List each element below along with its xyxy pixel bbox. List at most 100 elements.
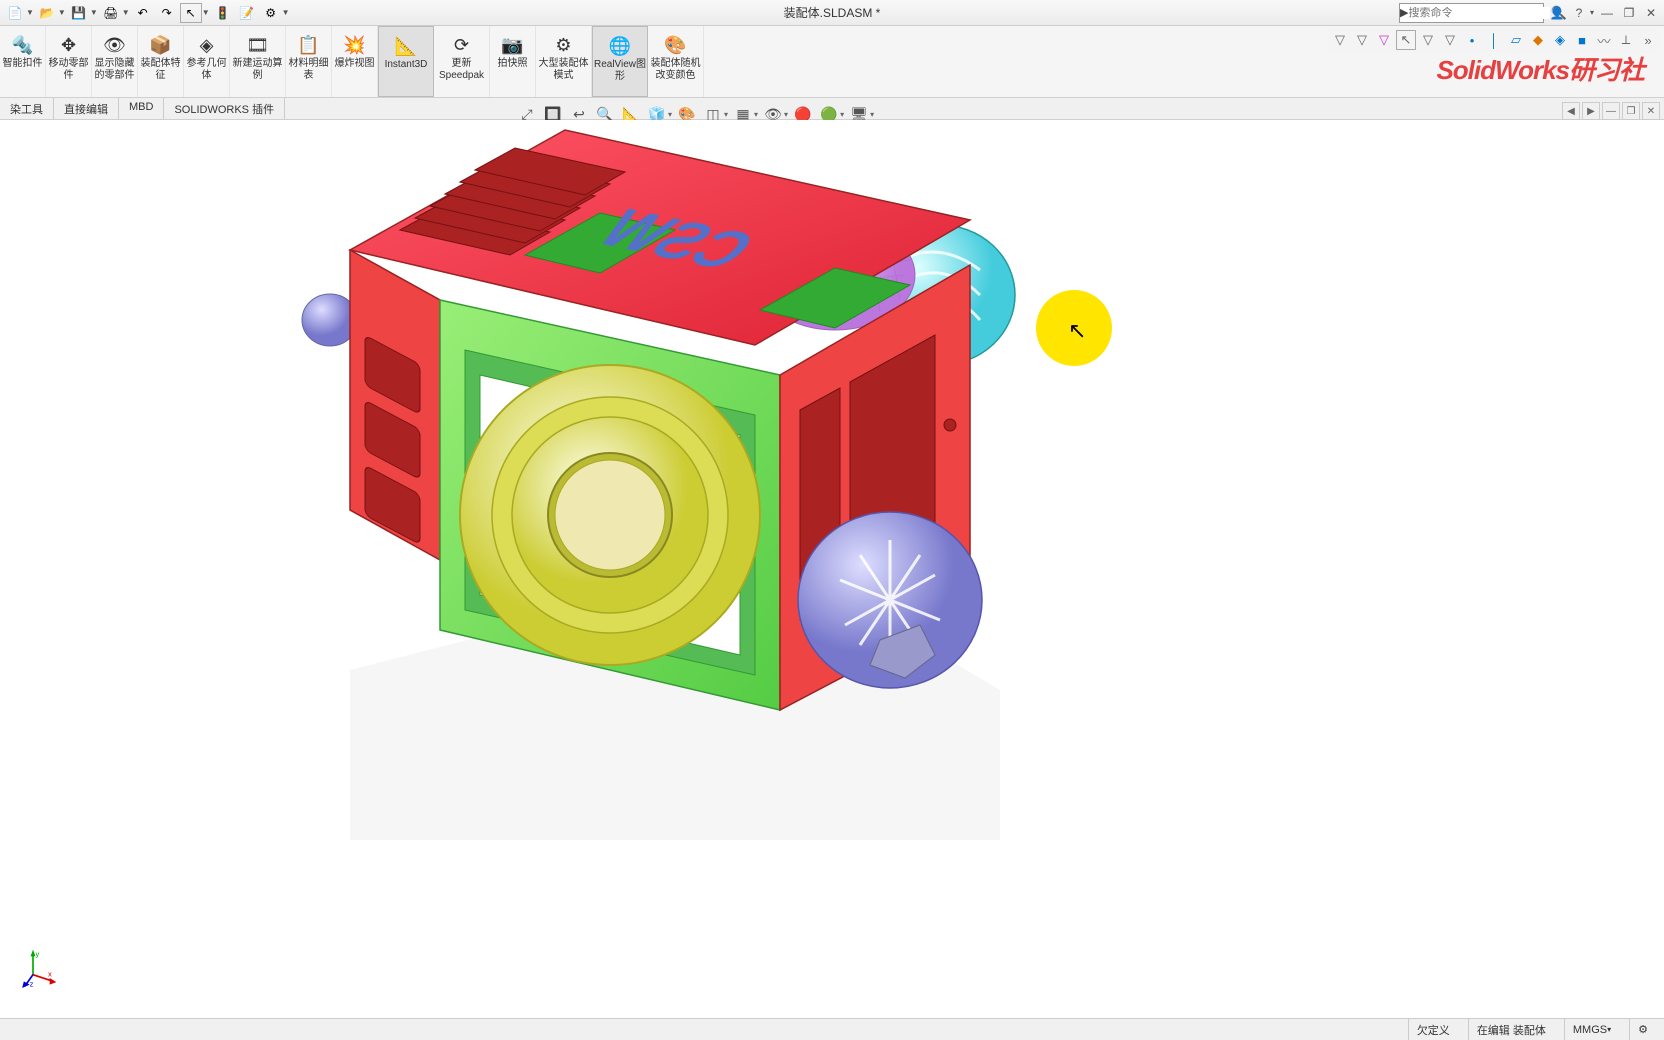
dropdown-icon[interactable]: ▾ — [668, 110, 672, 119]
dropdown-icon[interactable]: ▼ — [202, 8, 210, 17]
tab-plugins[interactable]: SOLIDWORKS 插件 — [164, 98, 285, 119]
ribbon-label: 参考几何体 — [184, 58, 229, 81]
status-underdefined: 欠定义 — [1408, 1019, 1458, 1040]
print-icon[interactable]: 🖨 — [100, 3, 122, 23]
refgeom-button[interactable]: ◈参考几何体 — [184, 26, 230, 97]
redo-icon[interactable]: ↷ — [156, 3, 178, 23]
ribbon-label: 拍快照 — [498, 58, 528, 70]
filter-icon[interactable]: ▽ — [1352, 30, 1372, 50]
dropdown-icon[interactable]: ▼ — [58, 8, 66, 17]
max-viewport-icon[interactable]: ❐ — [1622, 102, 1640, 120]
next-view-icon[interactable]: ▶ — [1582, 102, 1600, 120]
min-viewport-icon[interactable]: — — [1602, 102, 1620, 120]
ribbon-label: RealView图形 — [593, 59, 647, 82]
showhidden-button[interactable]: 👁显示隐藏的零部件 — [92, 26, 138, 97]
dropdown-icon[interactable]: ▼ — [282, 8, 290, 17]
search-run-icon[interactable]: ▶ — [1400, 6, 1408, 19]
speedpak-button[interactable]: ⟳更新Speedpak — [434, 26, 490, 97]
solid-icon[interactable]: ■ — [1572, 30, 1592, 50]
dropdown-icon[interactable]: ▼ — [122, 8, 130, 17]
assembly-model: CSW — [280, 120, 1040, 840]
svg-text:y: y — [36, 949, 40, 958]
exploded-button[interactable]: 💥爆炸视图 — [332, 26, 378, 97]
point-icon[interactable]: • — [1462, 30, 1482, 50]
dropdown-icon[interactable]: ▾ — [724, 110, 728, 119]
watermark-text: SolidWorks研习社 — [1436, 50, 1644, 87]
minimize-icon[interactable]: — — [1598, 4, 1616, 22]
largeasm-button[interactable]: ⚙大型装配体模式 — [536, 26, 592, 97]
dropdown-icon[interactable]: ▾ — [1590, 8, 1594, 17]
dropdown-icon[interactable]: ▼ — [26, 8, 34, 17]
search-input[interactable] — [1408, 7, 1550, 19]
help-icon[interactable]: ? — [1570, 4, 1588, 22]
ribbon-label: 更新Speedpak — [434, 58, 489, 81]
viewport-nav: ◀ ▶ — ❐ ✕ — [1562, 102, 1660, 120]
ribbon-label: 智能扣件 — [3, 58, 43, 70]
tab-rendertools[interactable]: 染工具 — [0, 98, 54, 119]
newmotion-button[interactable]: 🎞新建运动算例 — [230, 26, 286, 97]
selection-filter-toolbar: ▽ ▽ ▽ ↖ ▽ ▽ • │ ▱ ◆ ◈ ■ 〰 ⟂ » — [1328, 28, 1660, 52]
user-icon[interactable]: 👤 — [1548, 4, 1566, 22]
movecomp-button[interactable]: ✥移动零部件 — [46, 26, 92, 97]
instant3d-button[interactable]: 📐Instant3D — [378, 26, 434, 97]
svg-text:z: z — [30, 979, 34, 988]
undo-icon[interactable]: ↶ — [132, 3, 154, 23]
dropdown-icon[interactable]: ▼ — [90, 8, 98, 17]
status-units[interactable]: MMGS ▾ — [1564, 1019, 1619, 1040]
tab-mbd[interactable]: MBD — [119, 98, 164, 119]
filter-icon[interactable]: ▽ — [1330, 30, 1350, 50]
settings-icon[interactable]: ⚙ — [260, 3, 282, 23]
ribbon-label: 材料明细表 — [286, 58, 331, 81]
dropdown-icon[interactable]: ▾ — [870, 110, 874, 119]
bom-button[interactable]: 📋材料明细表 — [286, 26, 332, 97]
quick-access-toolbar: 📄▼ 📂▼ 💾▼ 🖨▼ ↶ ↷ ↖▼ 🚦 📝 ⚙▼ — [0, 3, 290, 23]
svg-text:x: x — [48, 969, 52, 978]
randomcolor-button[interactable]: 🎨装配体随机改变颜色 — [648, 26, 704, 97]
dim-icon[interactable]: ⟂ — [1616, 30, 1636, 50]
ribbon-label: 爆炸视图 — [335, 58, 375, 70]
dropdown-icon[interactable]: ▾ — [784, 110, 788, 119]
snapshot-button[interactable]: 📷拍快照 — [490, 26, 536, 97]
asmfeat-button[interactable]: 📦装配体特征 — [138, 26, 184, 97]
ribbon-label: 移动零部件 — [46, 58, 91, 81]
ribbon-label: 大型装配体模式 — [536, 58, 591, 81]
title-right-controls: ▶ 🔍 👤 ?▾ — ❐ ✕ — [1399, 3, 1660, 23]
ribbon-label: 显示隐藏的零部件 — [92, 58, 137, 81]
save-icon[interactable]: 💾 — [68, 3, 90, 23]
new-icon[interactable]: 📄 — [4, 3, 26, 23]
document-title: 装配体.SLDASM * — [784, 4, 881, 21]
open-icon[interactable]: 📂 — [36, 3, 58, 23]
search-box[interactable]: ▶ 🔍 — [1399, 3, 1544, 23]
curve-icon[interactable]: 〰 — [1594, 30, 1614, 50]
tab-directedit[interactable]: 直接编辑 — [54, 98, 119, 119]
cursor-icon[interactable]: ↖ — [1396, 30, 1416, 50]
restore-icon[interactable]: ❐ — [1620, 4, 1638, 22]
dropdown-icon[interactable]: ▾ — [840, 110, 844, 119]
filter-icon[interactable]: ▽ — [1374, 30, 1394, 50]
smartfastener-button[interactable]: 🔩智能扣件 — [0, 26, 46, 97]
dropdown-icon[interactable]: ▾ — [754, 110, 758, 119]
ribbon-label: 装配体特征 — [138, 58, 183, 81]
body-icon[interactable]: ◈ — [1550, 30, 1570, 50]
realview-button[interactable]: 🌐RealView图形 — [592, 26, 648, 97]
close-viewport-icon[interactable]: ✕ — [1642, 102, 1660, 120]
ribbon-label: Instant3D — [385, 59, 428, 71]
options-icon[interactable]: 📝 — [236, 3, 258, 23]
filter-icon[interactable]: ▽ — [1418, 30, 1438, 50]
cursor-icon: ↖ — [1068, 318, 1086, 344]
rebuild-icon[interactable]: 🚦 — [212, 3, 234, 23]
prev-view-icon[interactable]: ◀ — [1562, 102, 1580, 120]
status-bar: 欠定义 在编辑 装配体 MMGS ▾ ⚙ — [0, 1018, 1664, 1040]
select-icon[interactable]: ↖ — [180, 3, 202, 23]
plane-icon[interactable]: ◆ — [1528, 30, 1548, 50]
chevron-icon[interactable]: » — [1638, 30, 1658, 50]
graphics-viewport[interactable]: CSW — [0, 120, 1664, 1018]
ribbon-label: 装配体随机改变颜色 — [648, 58, 703, 81]
line-icon[interactable]: │ — [1484, 30, 1504, 50]
close-icon[interactable]: ✕ — [1642, 4, 1660, 22]
filter-icon[interactable]: ▽ — [1440, 30, 1460, 50]
status-extra-icon[interactable]: ⚙ — [1629, 1019, 1656, 1040]
status-editing: 在编辑 装配体 — [1468, 1019, 1554, 1040]
face-icon[interactable]: ▱ — [1506, 30, 1526, 50]
orientation-triad[interactable]: y x z — [18, 948, 58, 988]
